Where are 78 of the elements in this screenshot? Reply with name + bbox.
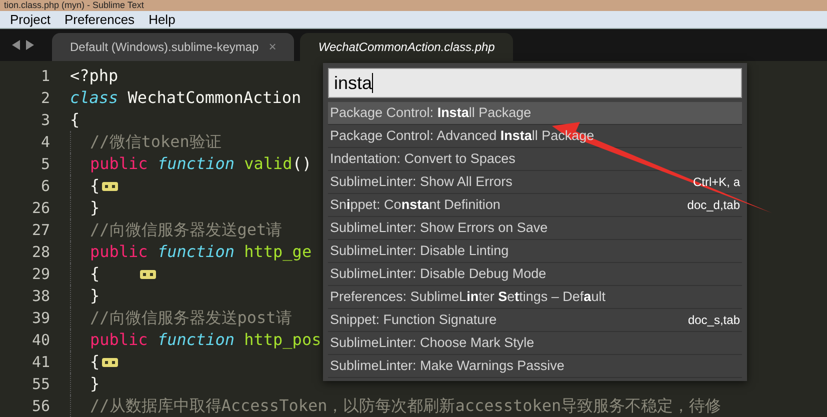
code-token: { bbox=[90, 175, 100, 197]
line-number: 4 bbox=[40, 132, 50, 153]
line-number: 2 bbox=[40, 88, 50, 109]
command-item[interactable]: SublimeLinter: Choose Mark Style bbox=[328, 332, 742, 355]
command-label: SublimeLinter: Disable Debug Mode bbox=[330, 264, 546, 283]
command-item[interactable]: Package Control: Install Package bbox=[328, 102, 742, 125]
command-shortcut: doc_d,tab bbox=[687, 197, 740, 214]
command-search-field[interactable]: insta bbox=[328, 68, 742, 98]
menu-item[interactable]: Project bbox=[10, 10, 50, 29]
code-token: valid bbox=[244, 153, 292, 175]
search-query: insta bbox=[334, 72, 372, 94]
command-item[interactable]: Preferences: SublimeLinter Settings – Default bbox=[328, 286, 742, 309]
menu-item[interactable]: Preferences bbox=[64, 10, 135, 29]
code-token: function bbox=[157, 153, 236, 175]
code-token: function bbox=[157, 241, 236, 263]
fold-marker-icon[interactable] bbox=[102, 358, 118, 366]
code-token: //微信token验证 bbox=[90, 131, 222, 153]
command-label: Indentation: Convert to Spaces bbox=[330, 150, 516, 168]
tab-label: WechatCommonAction.class.php bbox=[318, 39, 495, 56]
line-number: 27 bbox=[30, 220, 50, 241]
command-item[interactable]: SublimeLinter: Show Errors on Save bbox=[328, 217, 742, 240]
code-token: http_pos bbox=[244, 329, 322, 351]
code-token: //从数据库中取得AccessToken，以防每次都刷新accesstoken导致服务不稳定，待修 bbox=[90, 395, 722, 417]
command-label: SublimeLinter: Make Warnings Passive bbox=[330, 356, 564, 375]
command-item[interactable]: SublimeLinter: Make Warnings Passive bbox=[328, 355, 742, 378]
code-token: { bbox=[90, 351, 100, 373]
command-label: Preferences: SublimeLinter Settings – Default bbox=[330, 288, 606, 306]
command-item[interactable]: Snippet: Constant Definition doc_d,tab bbox=[328, 194, 742, 217]
command-label: Package Control: Install Package bbox=[330, 104, 532, 122]
command-label: SublimeLinter: Choose Mark Style bbox=[330, 334, 534, 352]
tab-label: Default (Windows).sublime-keymap bbox=[70, 39, 259, 56]
command-label: SublimeLinter: Show Errors on Save bbox=[330, 218, 548, 237]
command-shortcut: doc_s,tab bbox=[688, 312, 740, 329]
code-token: } bbox=[90, 197, 100, 219]
code-token: //向微信服务器发送get请 bbox=[90, 219, 282, 241]
line-number: 55 bbox=[30, 374, 50, 395]
command-label: SublimeLinter: Show All Errors bbox=[330, 172, 512, 191]
line-number: 26 bbox=[30, 198, 50, 219]
line-number: 3 bbox=[40, 110, 50, 131]
command-item[interactable]: SublimeLinter: Disable Debug Mode bbox=[328, 263, 742, 286]
line-number: 56 bbox=[30, 396, 50, 417]
code-token: class bbox=[70, 87, 120, 109]
line-number: 6 bbox=[40, 176, 50, 197]
window-title: tion.class.php (myn) - Sublime Text bbox=[4, 0, 144, 10]
line-number: 41 bbox=[30, 352, 50, 373]
line-number: 40 bbox=[30, 330, 50, 351]
command-item[interactable]: Snippet: Function Signature doc_s,tab bbox=[328, 309, 742, 332]
line-number: 39 bbox=[30, 308, 50, 329]
code-token: function bbox=[157, 329, 236, 351]
right-arrow-icon[interactable] bbox=[26, 40, 34, 50]
code-token: WechatCommonAction bbox=[128, 87, 302, 109]
line-number: 38 bbox=[30, 286, 50, 307]
code-token: //向微信服务器发送post请 bbox=[90, 307, 292, 329]
code-token: http_ge bbox=[244, 241, 312, 263]
editor-tab[interactable]: WechatCommonAction.class.php bbox=[300, 33, 513, 61]
command-label: SublimeLinter: Disable Linting bbox=[330, 242, 509, 260]
command-label: Snippet: Function Signature bbox=[330, 310, 497, 329]
code-token: } bbox=[90, 285, 100, 307]
fold-marker-icon[interactable] bbox=[102, 182, 118, 190]
code-token: public bbox=[90, 153, 149, 175]
menu-item[interactable]: Help bbox=[148, 10, 176, 29]
code-token: } bbox=[90, 373, 100, 395]
code-token: { bbox=[90, 263, 101, 285]
command-shortcut: Ctrl+K, a bbox=[692, 174, 740, 191]
code-token: <?php bbox=[70, 65, 118, 87]
code-token: public bbox=[90, 329, 149, 351]
code-token: () bbox=[292, 153, 312, 175]
left-arrow-icon[interactable] bbox=[12, 40, 20, 50]
code-token: public bbox=[90, 241, 149, 263]
command-label: Snippet: Constant Definition bbox=[330, 196, 500, 214]
line-number: 5 bbox=[40, 154, 50, 175]
code-token: { bbox=[70, 109, 80, 131]
editor-tab[interactable]: Default (Windows).sublime-keymap × bbox=[52, 33, 294, 61]
line-number: 29 bbox=[30, 264, 50, 285]
line-number: 28 bbox=[30, 242, 50, 263]
command-item[interactable]: SublimeLinter: Disable Linting bbox=[328, 240, 742, 263]
fold-marker-icon[interactable] bbox=[140, 270, 156, 278]
line-number: 1 bbox=[40, 66, 50, 87]
